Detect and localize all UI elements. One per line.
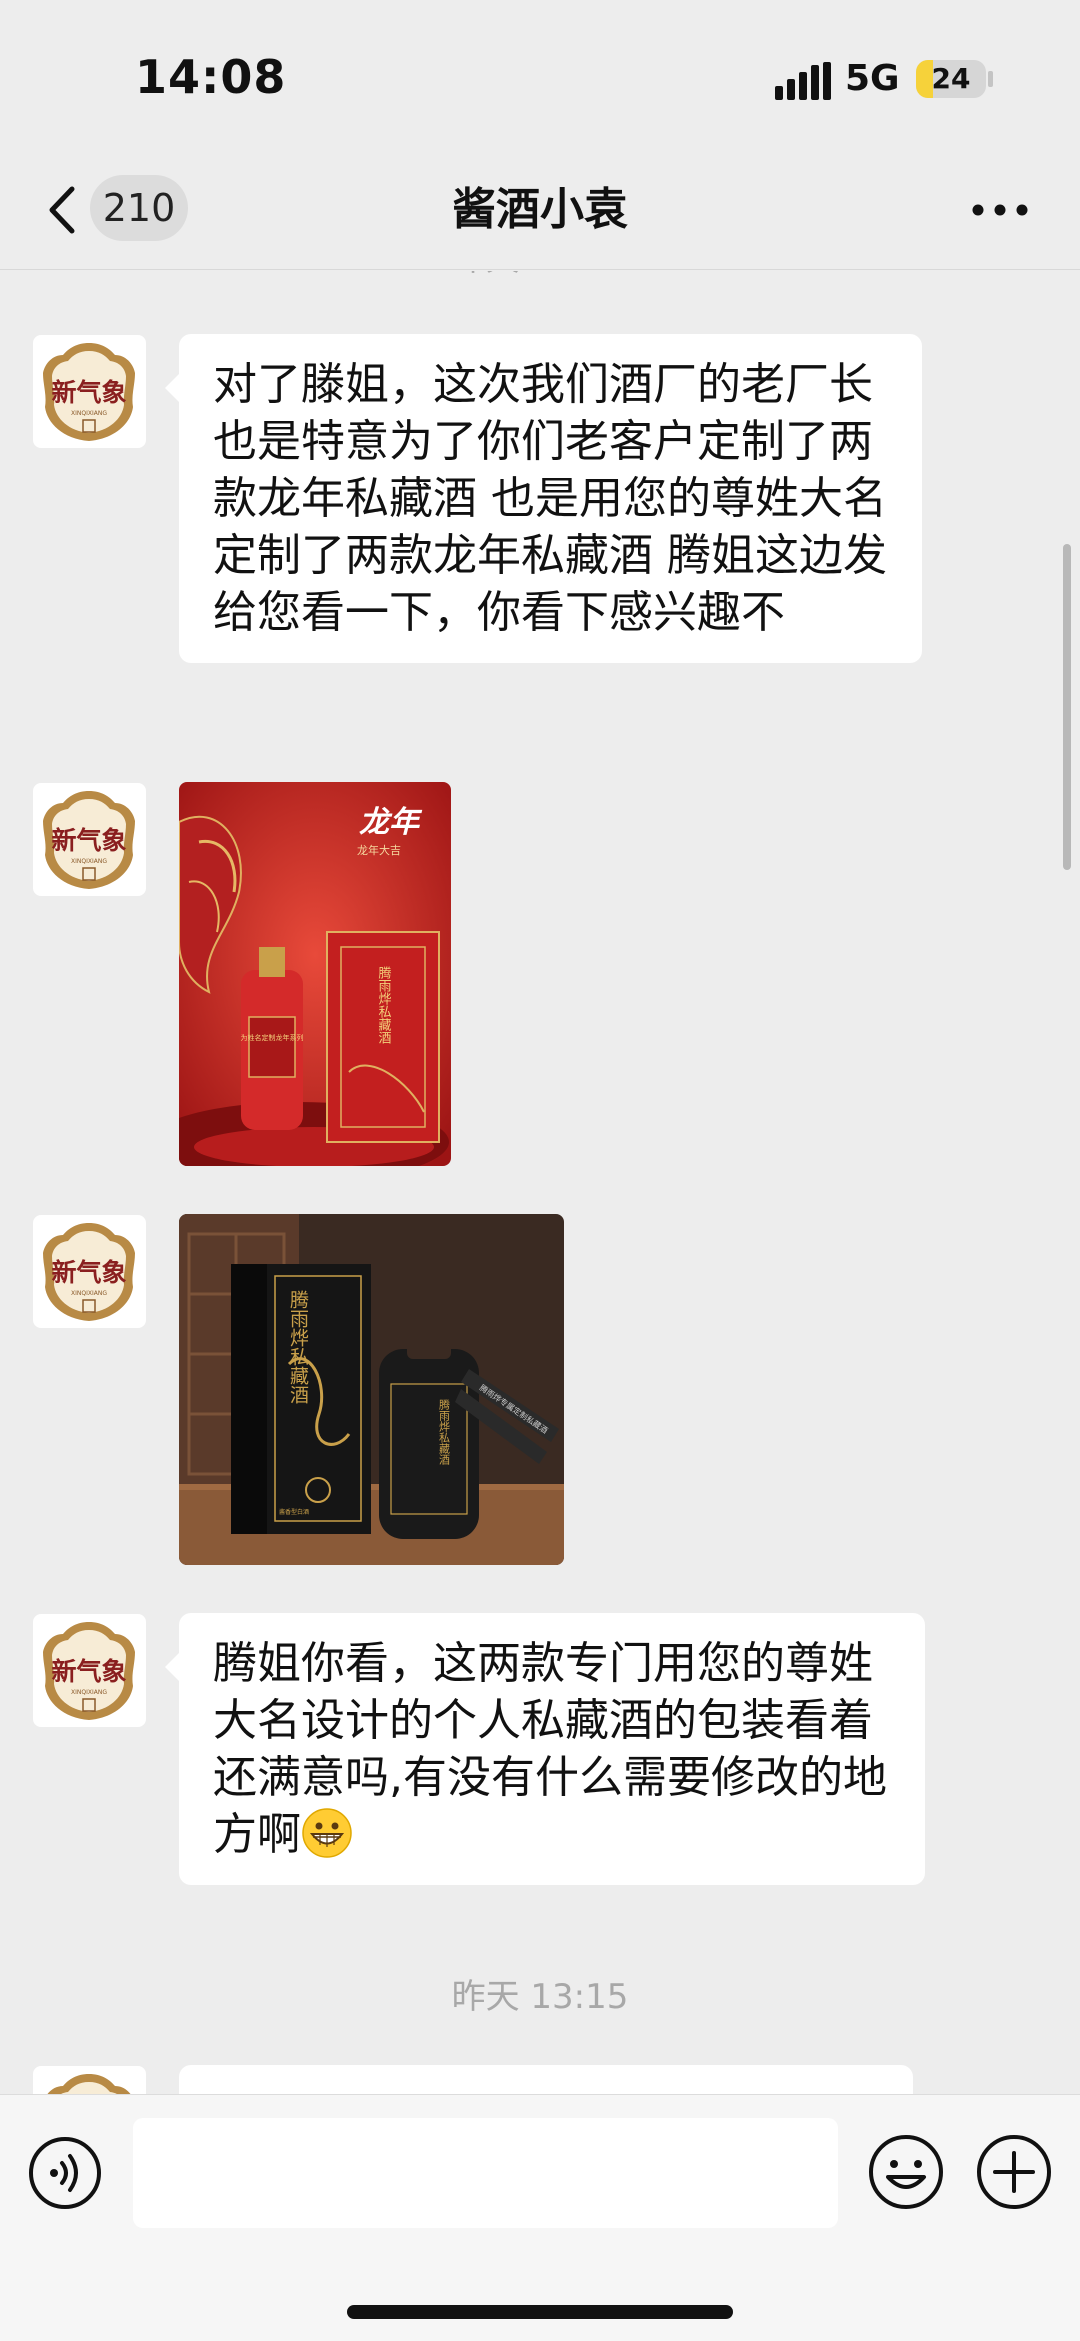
- svg-text:XINQIXIANG: XINQIXIANG: [71, 858, 107, 865]
- svg-text:XINQIXIANG: XINQIXIANG: [71, 1290, 107, 1297]
- image-label-text: 腾雨烨私藏酒: [287, 1290, 309, 1404]
- message-bubble-partial[interactable]: [179, 2065, 913, 2094]
- voice-icon[interactable]: [27, 2135, 103, 2211]
- avatar[interactable]: 新气象 XINQIXIANG: [33, 1215, 146, 1328]
- image-brand-text: 龙年大吉: [357, 843, 401, 857]
- svg-text:龙年: 龙年: [359, 805, 423, 840]
- svg-text:XINQIXIANG: XINQIXIANG: [71, 410, 107, 417]
- message-bubble[interactable]: 腾姐你看，这两款专门用您的尊姓大名设计的个人私藏酒的包装看着还满意吗,有没有什么…: [165, 1613, 925, 1885]
- battery-icon: 24: [916, 60, 986, 98]
- message-input[interactable]: [133, 2118, 838, 2228]
- avatar[interactable]: [33, 2066, 146, 2094]
- chat-header: 210 酱酒小袁: [0, 150, 1080, 270]
- message-bubble[interactable]: 对了滕姐，这次我们酒厂的老厂长也是特意为了你们老客户定制了两款龙年私藏酒 也是用…: [165, 334, 922, 663]
- image-sub-text: 为姓名定制龙年系列: [241, 1033, 304, 1042]
- avatar[interactable]: 新气象 XINQIXIANG: [33, 335, 146, 448]
- svg-text:新气象: 新气象: [51, 1657, 126, 1686]
- message-text: 对了滕姐，这次我们酒厂的老厂长也是特意为了你们老客户定制了两款龙年私藏酒 也是用…: [213, 359, 887, 638]
- unread-count-badge[interactable]: 210: [90, 175, 188, 241]
- cellular-signal-icon: [775, 62, 831, 100]
- svg-text:XINQIXIANG: XINQIXIANG: [71, 1689, 107, 1696]
- product-image: 腾雨烨私藏酒 腾雨烨私藏酒 酱香型白酒 腾雨烨专属定制私藏酒: [179, 1214, 564, 1565]
- image-message-red-bottle[interactable]: 龙年 龙年大吉 腾雨烨私藏酒 为姓名定制龙年系列: [179, 782, 451, 1166]
- image-sub-text: 酱香型白酒: [279, 1508, 309, 1516]
- scrollbar[interactable]: [1063, 544, 1071, 870]
- chevron-left-icon[interactable]: [42, 183, 82, 237]
- grinning-face-emoji-icon: [302, 1808, 352, 1858]
- ellipsis-icon[interactable]: [970, 190, 1030, 230]
- home-indicator[interactable]: [347, 2305, 733, 2319]
- avatar[interactable]: 新气象 XINQIXIANG: [33, 1614, 146, 1727]
- status-bar: 14:08 5G 24: [0, 0, 1080, 150]
- battery-nub: [988, 71, 993, 87]
- image-label-text-bottle: 腾雨烨私藏酒: [438, 1398, 451, 1466]
- chat-message-list[interactable]: 昨天 13:07 新气象 XINQIXIANG 对了滕姐，这次我们酒厂的老厂长也…: [0, 271, 1080, 2094]
- plus-icon[interactable]: [975, 2133, 1053, 2211]
- svg-text:新气象: 新气象: [51, 826, 126, 855]
- chat-title[interactable]: 酱酒小袁: [452, 184, 628, 235]
- brand-logo-icon: [47, 2074, 131, 2094]
- product-image: 龙年 龙年大吉 腾雨烨私藏酒 为姓名定制龙年系列: [179, 782, 451, 1166]
- image-label-text: 腾雨烨私藏酒: [376, 965, 392, 1044]
- svg-text:新气象: 新气象: [51, 1258, 126, 1287]
- svg-text:新气象: 新气象: [51, 378, 126, 407]
- battery-level: 24: [931, 62, 971, 95]
- brand-logo-icon: 新气象 XINQIXIANG: [43, 343, 135, 441]
- avatar[interactable]: 新气象 XINQIXIANG: [33, 783, 146, 896]
- image-message-black-bottle[interactable]: 腾雨烨私藏酒 腾雨烨私藏酒 酱香型白酒 腾雨烨专属定制私藏酒: [179, 1214, 564, 1565]
- timestamp: 昨天 13:15: [451, 1977, 629, 2017]
- status-time: 14:08: [135, 50, 287, 104]
- brand-logo-icon: 新气象 XINQIXIANG: [43, 791, 135, 889]
- input-bar: [0, 2094, 1080, 2341]
- network-type: 5G: [845, 58, 900, 99]
- smile-icon[interactable]: [867, 2133, 945, 2211]
- timestamp: 昨天 13:07: [0, 271, 1080, 280]
- brand-logo-icon: 新气象 XINQIXIANG: [43, 1622, 135, 1720]
- brand-logo-icon: 新气象 XINQIXIANG: [43, 1223, 135, 1321]
